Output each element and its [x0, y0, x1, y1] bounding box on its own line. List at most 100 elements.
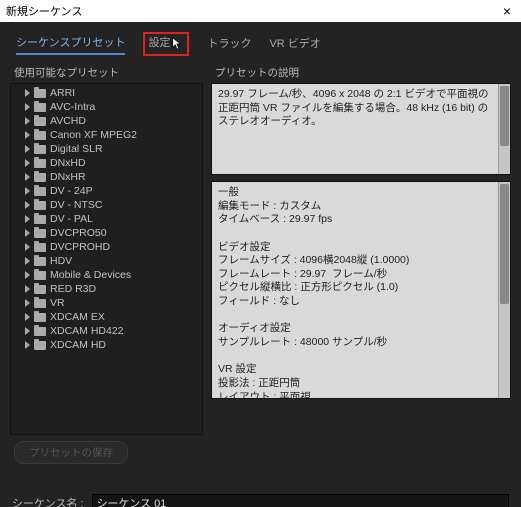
sequence-name-row: シーケンス名 :: [10, 494, 511, 507]
close-icon[interactable]: ×: [499, 4, 515, 18]
chevron-right-icon[interactable]: [25, 89, 30, 97]
chevron-right-icon[interactable]: [25, 103, 30, 111]
preset-description-label: プリセットの説明: [215, 65, 511, 80]
chevron-right-icon[interactable]: [25, 215, 30, 223]
folder-icon: [34, 131, 46, 140]
preset-folder[interactable]: RED R3D: [11, 282, 202, 296]
folder-icon: [34, 271, 46, 280]
preset-folder-label: DNxHD: [50, 157, 86, 169]
chevron-right-icon[interactable]: [25, 229, 30, 237]
preset-detail-box: 一般 編集モード : カスタム タイムベース : 29.97 fps ビデオ設定…: [211, 181, 511, 399]
preset-folder-label: ARRI: [50, 87, 75, 99]
preset-folder[interactable]: HDV: [11, 254, 202, 268]
folder-icon: [34, 229, 46, 238]
chevron-right-icon[interactable]: [25, 201, 30, 209]
preset-folder[interactable]: DVCPROHD: [11, 240, 202, 254]
scrollbar[interactable]: [498, 84, 510, 174]
folder-icon: [34, 327, 46, 336]
preset-folder-label: RED R3D: [50, 283, 96, 295]
folder-icon: [34, 145, 46, 154]
preset-folder-label: VR: [50, 297, 65, 309]
folder-icon: [34, 215, 46, 224]
chevron-right-icon[interactable]: [25, 299, 30, 307]
preset-folder-label: Mobile & Devices: [50, 269, 131, 281]
folder-icon: [34, 201, 46, 210]
scroll-thumb[interactable]: [500, 184, 509, 304]
chevron-right-icon[interactable]: [25, 327, 30, 335]
preset-folder[interactable]: XDCAM EX: [11, 310, 202, 324]
save-preset-button: プリセットの保存: [14, 441, 128, 464]
dialog-body: シーケンスプリセット 設定 トラック VR ビデオ 使用可能なプリセット ARR…: [0, 22, 521, 507]
preset-folder-label: DVCPROHD: [50, 241, 110, 253]
tab-vr-video[interactable]: VR ビデオ: [269, 35, 320, 54]
preset-folder-label: XDCAM HD422: [50, 325, 124, 337]
titlebar: 新規シーケンス ×: [0, 0, 521, 22]
folder-icon: [34, 313, 46, 322]
preset-folder[interactable]: AVC-Intra: [11, 100, 202, 114]
chevron-right-icon[interactable]: [25, 257, 30, 265]
chevron-right-icon[interactable]: [25, 131, 30, 139]
preset-folder[interactable]: DV - 24P: [11, 184, 202, 198]
chevron-right-icon[interactable]: [25, 187, 30, 195]
sequence-name-label: シーケンス名 :: [12, 495, 84, 507]
preset-tree[interactable]: ARRI AVC-Intra AVCHD Canon XF MPEG2Digital …: [10, 83, 203, 435]
tab-settings[interactable]: 設定: [148, 34, 170, 53]
chevron-right-icon[interactable]: [25, 117, 30, 125]
preset-folder[interactable]: DV - NTSC: [11, 198, 202, 212]
folder-icon: [34, 103, 46, 112]
preset-folder-label: DV - PAL: [50, 213, 93, 225]
preset-folder[interactable]: AVCHD: [11, 114, 202, 128]
chevron-right-icon[interactable]: [25, 173, 30, 181]
chevron-right-icon[interactable]: [25, 285, 30, 293]
preset-folder-label: DV - NTSC: [50, 199, 103, 211]
preset-folder[interactable]: XDCAM HD422: [11, 324, 202, 338]
preset-folder[interactable]: XDCAM HD: [11, 338, 202, 352]
preset-folder-label: AVC-Intra: [50, 101, 95, 113]
preset-folder[interactable]: DNxHR: [11, 170, 202, 184]
preset-folder[interactable]: Mobile & Devices: [11, 268, 202, 282]
folder-icon: [34, 187, 46, 196]
chevron-right-icon[interactable]: [25, 341, 30, 349]
preset-folder[interactable]: Canon XF MPEG2: [11, 128, 202, 142]
tab-bar: シーケンスプリセット 設定 トラック VR ビデオ: [10, 30, 511, 62]
preset-folder[interactable]: VR: [11, 296, 202, 310]
scrollbar[interactable]: [498, 182, 510, 398]
preset-folder-label: AVCHD: [50, 115, 86, 127]
right-column: プリセットの説明 29.97 フレーム/秒、4096 x 2048 の 2:1 …: [211, 62, 511, 435]
tab-sequence-preset[interactable]: シーケンスプリセット: [16, 34, 125, 55]
preset-folder[interactable]: Digital SLR: [11, 142, 202, 156]
preset-folder-label: HDV: [50, 255, 72, 267]
preset-detail-text: 一般 編集モード : カスタム タイムベース : 29.97 fps ビデオ設定…: [218, 186, 504, 399]
folder-icon: [34, 159, 46, 168]
preset-folder-label: XDCAM EX: [50, 311, 105, 323]
preset-folder-label: DNxHR: [50, 171, 86, 183]
preset-folder[interactable]: ARRI: [11, 86, 202, 100]
chevron-right-icon[interactable]: [25, 271, 30, 279]
scroll-thumb[interactable]: [500, 86, 509, 146]
preset-folder-label: DVCPRO50: [50, 227, 107, 239]
preset-folder[interactable]: DV - PAL: [11, 212, 202, 226]
sequence-name-input[interactable]: [92, 494, 509, 507]
preset-description-text: 29.97 フレーム/秒、4096 x 2048 の 2:1 ビデオで平面視の正…: [218, 88, 504, 129]
window-title: 新規シーケンス: [6, 3, 82, 19]
folder-icon: [34, 173, 46, 182]
available-presets-label: 使用可能なプリセット: [14, 65, 203, 80]
folder-icon: [34, 285, 46, 294]
chevron-right-icon[interactable]: [25, 159, 30, 167]
preset-description-box: 29.97 フレーム/秒、4096 x 2048 の 2:1 ビデオで平面視の正…: [211, 83, 511, 175]
preset-folder[interactable]: DNxHD: [11, 156, 202, 170]
chevron-right-icon[interactable]: [25, 313, 30, 321]
left-column: 使用可能なプリセット ARRI AVC-Intra AVCHD Canon XF MP…: [10, 62, 203, 435]
folder-icon: [34, 341, 46, 350]
preset-folder[interactable]: DVCPRO50: [11, 226, 202, 240]
chevron-right-icon[interactable]: [25, 145, 30, 153]
tab-track[interactable]: トラック: [207, 35, 251, 54]
folder-icon: [34, 257, 46, 266]
chevron-right-icon[interactable]: [25, 243, 30, 251]
preset-folder-label: Canon XF MPEG2: [50, 129, 137, 141]
folder-icon: [34, 243, 46, 252]
folder-icon: [34, 117, 46, 126]
columns: 使用可能なプリセット ARRI AVC-Intra AVCHD Canon XF MP…: [10, 62, 511, 435]
folder-icon: [34, 299, 46, 308]
tab-settings-highlight: 設定: [143, 32, 189, 56]
